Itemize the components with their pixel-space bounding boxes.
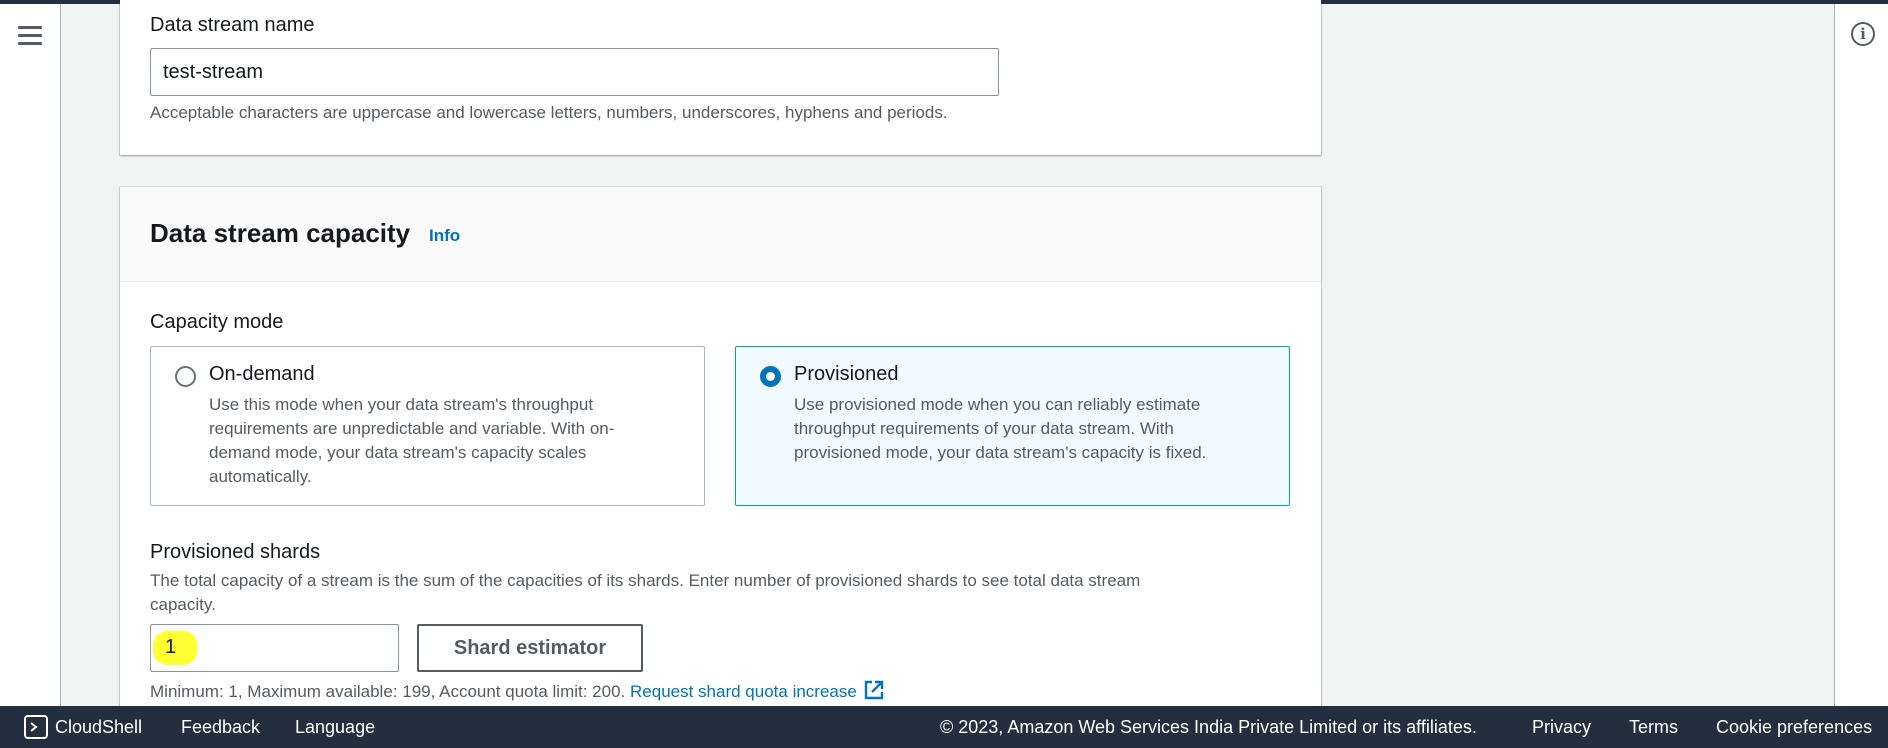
provisioned-option[interactable]: Provisioned Use provisioned mode when yo… (735, 346, 1290, 506)
copyright-text: © 2023, Amazon Web Services India Privat… (940, 717, 1477, 737)
right-tools-rail: i (1834, 4, 1888, 706)
left-navigation-rail (0, 4, 61, 706)
terminal-icon[interactable] (24, 715, 48, 739)
shard-estimator-button[interactable]: Shard estimator (417, 624, 643, 672)
on-demand-description: Use this mode when your data stream's th… (209, 395, 615, 486)
capacity-header: Data stream capacity Info (120, 187, 1321, 282)
info-icon[interactable]: i (1851, 22, 1875, 46)
on-demand-title: On-demand (209, 363, 315, 385)
provisioned-description: Use provisioned mode when you can reliab… (794, 395, 1207, 462)
stream-name-panel: Data stream name Acceptable characters a… (120, 0, 1321, 155)
provisioned-shards-description: The total capacity of a stream is the su… (150, 571, 1141, 614)
capacity-mode-label: Capacity mode (150, 311, 284, 333)
language-link[interactable]: Language (295, 717, 375, 738)
feedback-link[interactable]: Feedback (181, 717, 260, 738)
stream-name-hint: Acceptable characters are uppercase and … (150, 103, 948, 122)
capacity-title: Data stream capacity (150, 218, 411, 248)
hamburger-menu-icon[interactable] (18, 26, 42, 46)
request-quota-link[interactable]: Request shard quota increase (630, 680, 885, 701)
privacy-link[interactable]: Privacy (1532, 717, 1591, 738)
cloudshell-link[interactable]: CloudShell (55, 717, 142, 738)
provisioned-shards-input[interactable]: 1 (150, 624, 399, 672)
capacity-info-link[interactable]: Info (429, 226, 460, 246)
console-footer: CloudShell Feedback Language © 2023, Ama… (0, 706, 1888, 748)
stream-name-label: Data stream name (150, 14, 315, 36)
provisioned-shards-label: Provisioned shards (150, 541, 321, 563)
capacity-panel: Data stream capacity Info Capacity mode … (120, 187, 1321, 707)
on-demand-radio[interactable] (175, 366, 196, 387)
shards-value: 1 (165, 636, 177, 658)
on-demand-option[interactable]: On-demand Use this mode when your data s… (150, 346, 705, 506)
shard-quota-info: Minimum: 1, Maximum available: 199, Acco… (150, 679, 885, 706)
provisioned-title: Provisioned (794, 363, 899, 385)
external-link-icon (863, 679, 885, 706)
stream-name-input[interactable] (150, 48, 999, 96)
quota-text: Minimum: 1, Maximum available: 199, Acco… (150, 682, 626, 701)
provisioned-radio[interactable] (760, 366, 781, 387)
terms-link[interactable]: Terms (1629, 717, 1678, 738)
cookie-preferences-link[interactable]: Cookie preferences (1716, 717, 1872, 738)
